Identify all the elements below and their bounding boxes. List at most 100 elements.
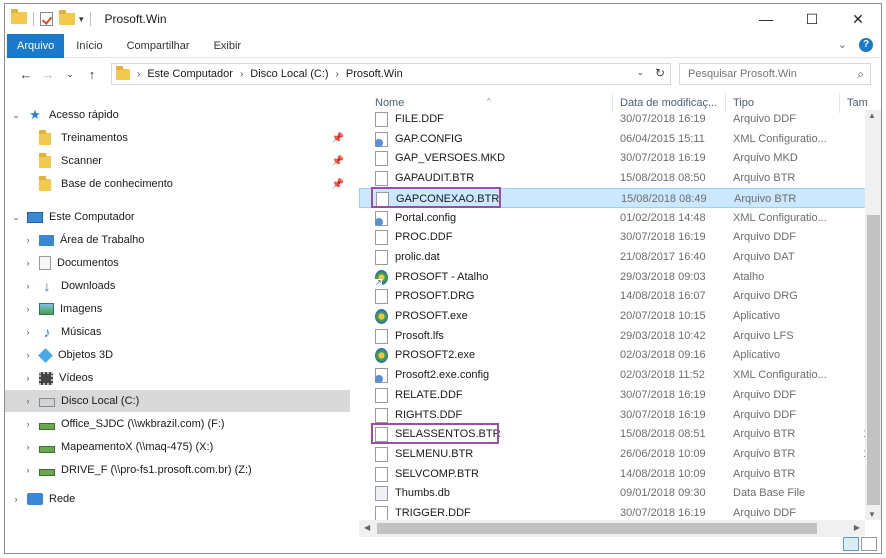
vertical-scrollbar[interactable]: ▲ ▼ — [865, 110, 881, 520]
file-row[interactable]: GAPAUDIT.BTR 15/08/2018 08:50 Arquivo BTR — [359, 168, 867, 188]
sidebar-item-rede[interactable]: › Rede — [5, 488, 350, 510]
expand-ribbon-icon[interactable]: ⌄ — [838, 38, 847, 52]
sidebar-item-office-sjdc[interactable]: › Office_SJDC (\\wkbrazil.com) (F:) — [5, 413, 350, 435]
file-date: 21/08/2017 16:40 — [620, 250, 706, 263]
help-icon[interactable]: ? — [859, 38, 873, 52]
chevron-right-icon[interactable]: › — [23, 235, 33, 245]
file-row[interactable]: prolic.dat 21/08/2017 16:40 Arquivo DAT — [359, 247, 867, 267]
recent-locations-icon[interactable]: ⌄ — [59, 69, 81, 80]
scroll-up-icon[interactable]: ▲ — [868, 111, 876, 120]
breadcrumb-disco-local[interactable]: Disco Local (C:) — [250, 68, 328, 80]
sidebar-item-documentos[interactable]: › Documentos — [5, 252, 350, 274]
column-header-date[interactable]: Data de modificaç... — [620, 97, 717, 109]
large-icons-view-icon[interactable] — [861, 537, 877, 551]
sidebar-item-drive-f[interactable]: › DRIVE_F (\\pro-fs1.prosoft.com.br) (Z:… — [5, 459, 350, 481]
sidebar-item-musicas[interactable]: › ♪ Músicas — [5, 321, 350, 343]
sidebar-item-imagens[interactable]: › Imagens — [5, 298, 350, 320]
sidebar-item-base-de-conhecimento[interactable]: Base de conhecimento 📌 — [5, 173, 350, 195]
customize-quick-access-icon[interactable]: ▾ — [79, 14, 84, 25]
minimize-button[interactable]: — — [743, 4, 789, 34]
column-header-name[interactable]: Nome — [375, 97, 404, 109]
address-dropdown-icon[interactable]: ⌄ — [636, 67, 644, 78]
sidebar-item-mapeamentox[interactable]: › MapeamentoX (\\maq-475) (X:) — [5, 436, 350, 458]
chevron-right-icon[interactable]: › — [240, 69, 243, 80]
chevron-right-icon[interactable]: › — [23, 304, 33, 314]
back-icon[interactable]: ← — [15, 67, 37, 82]
file-row[interactable]: RELATE.DDF 30/07/2018 16:19 Arquivo DDF — [359, 385, 867, 405]
file-row[interactable]: PROSOFT.DRG 14/08/2018 16:07 Arquivo DRG — [359, 286, 867, 306]
chevron-down-icon[interactable]: ⌄ — [11, 110, 21, 121]
chevron-right-icon[interactable]: › — [23, 258, 33, 268]
new-folder-icon[interactable] — [59, 10, 75, 25]
chevron-right-icon[interactable]: › — [11, 494, 21, 504]
pin-icon[interactable]: 📌 — [332, 179, 344, 190]
chevron-right-icon[interactable]: › — [137, 69, 140, 80]
tab-arquivo[interactable]: Arquivo — [7, 33, 65, 58]
file-name: RIGHTS.DDF — [395, 408, 463, 421]
file-row[interactable]: GAP.CONFIG 06/04/2015 15:11 XML Configurat… — [359, 129, 867, 149]
sidebar-item-videos[interactable]: › Vídeos — [5, 367, 350, 389]
scroll-thumb[interactable] — [377, 523, 817, 534]
file-row[interactable]: Prosoft2.exe.config 02/03/2018 11:52 XML C… — [359, 365, 867, 385]
sidebar-item-downloads[interactable]: › ↓ Downloads — [5, 275, 350, 297]
chevron-right-icon[interactable]: › — [336, 69, 339, 80]
scroll-thumb[interactable] — [867, 215, 880, 505]
file-row[interactable]: Portal.config 01/02/2018 14:48 XML Configu… — [359, 208, 867, 228]
sidebar-item-treinamentos[interactable]: Treinamentos 📌 — [5, 127, 350, 149]
column-header-type[interactable]: Tipo — [733, 97, 754, 109]
chevron-down-icon[interactable]: ⌄ — [11, 212, 21, 223]
sidebar-item-disco-local[interactable]: › Disco Local (C:) — [5, 390, 350, 412]
maximize-button[interactable]: ☐ — [789, 4, 835, 34]
file-row[interactable]: Prosoft.lfs 29/03/2018 10:42 Arquivo LFS — [359, 326, 867, 346]
pin-icon[interactable]: 📌 — [332, 156, 344, 167]
address-bar[interactable]: › Este Computador › Disco Local (C:) › P… — [111, 63, 671, 85]
file-icon — [375, 387, 388, 403]
horizontal-scrollbar[interactable]: ◀ ▶ — [359, 520, 865, 537]
search-box[interactable]: ⌕ — [679, 63, 871, 85]
properties-icon[interactable] — [40, 12, 53, 26]
chevron-right-icon[interactable]: › — [23, 396, 33, 406]
tab-exibir[interactable]: Exibir — [202, 34, 254, 58]
file-row[interactable]: PROSOFT - Atalho 29/03/2018 09:03 Atalho — [359, 267, 867, 287]
search-input[interactable] — [688, 68, 848, 80]
breadcrumb-este-computador[interactable]: Este Computador — [147, 68, 233, 80]
file-row[interactable]: GAP_VERSOES.MKD 30/07/2018 16:19 Arquivo M… — [359, 148, 867, 168]
file-row[interactable]: FILE.DDF 30/07/2018 16:19 Arquivo DDF — [359, 109, 867, 129]
chevron-right-icon[interactable]: › — [23, 373, 33, 383]
breadcrumb-prosoft-win[interactable]: Prosoft.Win — [346, 68, 403, 80]
sidebar-item-area-de-trabalho[interactable]: › Área de Trabalho — [5, 229, 350, 251]
refresh-icon[interactable]: ↻ — [655, 66, 665, 80]
tab-compartilhar[interactable]: Compartilhar — [115, 34, 202, 58]
close-button[interactable]: ✕ — [835, 4, 881, 34]
chevron-right-icon[interactable]: › — [23, 281, 33, 291]
chevron-right-icon[interactable]: › — [23, 419, 33, 429]
file-row[interactable]: PROSOFT.exe 20/07/2018 10:15 Aplicativo — [359, 306, 867, 326]
sidebar-item-scanner[interactable]: Scanner 📌 — [5, 150, 350, 172]
chevron-right-icon[interactable]: › — [23, 442, 33, 452]
file-row[interactable]: SELMENU.BTR26/06/2018 10:09Arquivo BTR1 — [359, 444, 869, 464]
column-header-size[interactable]: Tam — [847, 97, 868, 109]
file-row[interactable]: PROSOFT2.exe 02/03/2018 09:16 Aplicativo — [359, 345, 867, 365]
chevron-right-icon[interactable]: › — [23, 350, 33, 360]
scroll-down-icon[interactable]: ▼ — [868, 510, 876, 519]
pin-icon[interactable]: 📌 — [332, 133, 344, 144]
chevron-right-icon[interactable]: › — [23, 465, 33, 475]
forward-icon[interactable]: → — [37, 67, 59, 82]
sidebar-item-label: Este Computador — [49, 211, 135, 223]
sidebar-item-objetos-3d[interactable]: › Objetos 3D — [5, 344, 350, 366]
up-icon[interactable]: ↑ — [81, 67, 103, 82]
scroll-right-icon[interactable]: ▶ — [854, 523, 860, 532]
file-type: Arquivo LFS — [733, 329, 794, 342]
file-row[interactable]: PROC.DDF 30/07/2018 16:19 Arquivo DDF — [359, 227, 867, 247]
file-row[interactable]: Thumbs.db 09/01/2018 09:30 Data Base File — [359, 483, 867, 503]
sidebar-item-este-computador[interactable]: ⌄ Este Computador — [5, 206, 350, 228]
tab-inicio[interactable]: Início — [64, 34, 114, 58]
chevron-right-icon[interactable]: › — [23, 327, 33, 337]
file-row[interactable]: SELVCOMP.BTR 14/08/2018 10:09 Arquivo BTR — [359, 464, 867, 484]
details-view-icon[interactable] — [843, 537, 859, 551]
scroll-left-icon[interactable]: ◀ — [364, 523, 370, 532]
file-name: GAP.CONFIG — [395, 132, 463, 145]
file-row[interactable]: RIGHTS.DDF 30/07/2018 16:19 Arquivo DDF — [359, 405, 867, 425]
sidebar-item-acesso-rapido[interactable]: ⌄ ★ Acesso rápido — [5, 104, 350, 126]
search-icon[interactable]: ⌕ — [857, 67, 864, 82]
